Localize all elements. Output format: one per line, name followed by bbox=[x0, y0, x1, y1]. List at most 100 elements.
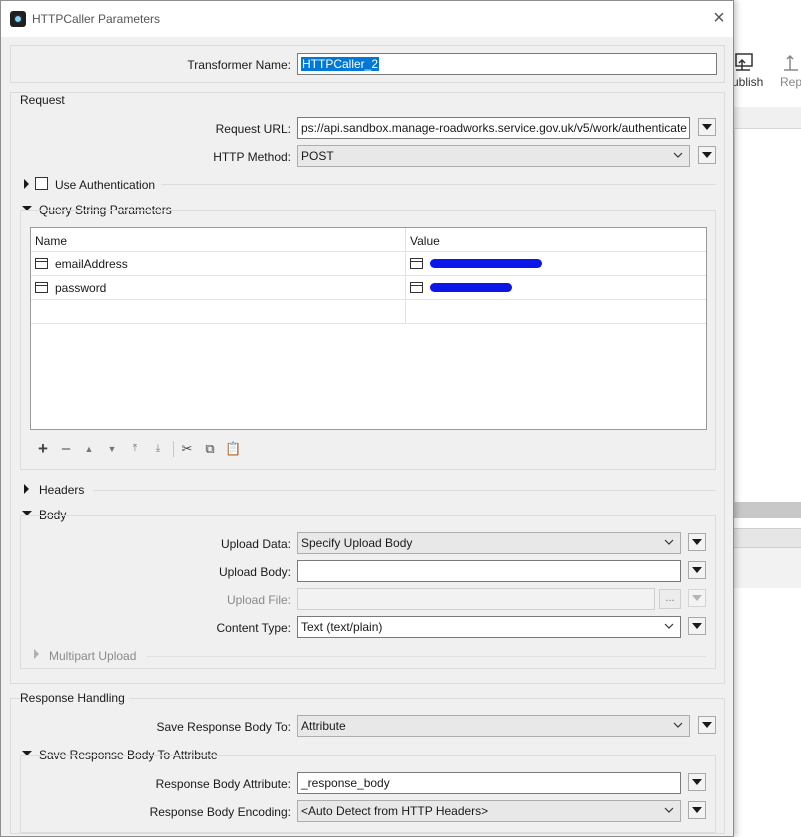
param-name-cell[interactable] bbox=[31, 300, 39, 324]
http-method-label: HTTP Method: bbox=[213, 150, 291, 164]
save-response-to-value: Attribute bbox=[301, 719, 346, 733]
chevron-down-icon bbox=[673, 722, 683, 728]
text-editor-icon[interactable] bbox=[410, 282, 423, 293]
rep-tool-button[interactable]: Rep bbox=[780, 52, 801, 89]
content-type-value: Text (text/plain) bbox=[301, 620, 383, 634]
use-authentication-label: Use Authentication bbox=[55, 178, 156, 192]
table-row[interactable]: password bbox=[31, 276, 706, 300]
httpcaller-parameters-dialog: HTTPCaller Parameters × Transformer Name… bbox=[0, 0, 734, 837]
content-type-menu-button[interactable] bbox=[688, 617, 706, 635]
response-handling-title: Response Handling bbox=[20, 691, 129, 705]
column-header-value[interactable]: Value bbox=[406, 228, 444, 252]
chevron-down-icon bbox=[664, 807, 674, 813]
paste-icon[interactable]: 📋 bbox=[225, 441, 241, 457]
response-encoding-menu-button[interactable] bbox=[688, 801, 706, 819]
headers-label[interactable]: Headers bbox=[39, 483, 84, 497]
window-title: HTTPCaller Parameters bbox=[32, 12, 161, 26]
background-canvas[interactable] bbox=[734, 130, 801, 502]
background-scrollbar[interactable] bbox=[734, 502, 801, 518]
chevron-down-icon bbox=[673, 152, 683, 158]
upload-data-value: Specify Upload Body bbox=[301, 536, 413, 550]
text-editor-icon[interactable] bbox=[35, 282, 48, 293]
request-url-label: Request URL: bbox=[215, 122, 291, 136]
expand-headers-icon[interactable] bbox=[24, 484, 29, 494]
query-params-table[interactable]: Name Value emailAddress password bbox=[30, 227, 707, 430]
auth-divider bbox=[161, 184, 716, 185]
http-method-menu-button[interactable] bbox=[698, 146, 716, 164]
copy-icon[interactable]: ⧉ bbox=[202, 441, 218, 457]
save-response-to-label: Save Response Body To: bbox=[156, 720, 291, 734]
http-method-value: POST bbox=[301, 149, 334, 163]
move-bottom-icon[interactable]: ⤓ bbox=[150, 441, 166, 457]
response-encoding-label: Response Body Encoding: bbox=[149, 805, 291, 819]
move-down-icon[interactable]: ▼ bbox=[104, 441, 120, 457]
response-encoding-value: <Auto Detect from HTTP Headers> bbox=[301, 804, 489, 818]
response-body-attr-input[interactable]: _response_body bbox=[297, 772, 681, 794]
chevron-down-icon bbox=[664, 623, 674, 629]
rep-tool-label: Rep bbox=[780, 75, 801, 89]
http-method-select[interactable]: POST bbox=[297, 145, 690, 167]
save-response-to-menu-button[interactable] bbox=[698, 716, 716, 734]
add-icon[interactable]: + bbox=[35, 440, 51, 457]
upload-file-label: Upload File: bbox=[226, 593, 291, 607]
reproject-icon bbox=[784, 54, 798, 71]
response-encoding-select[interactable]: <Auto Detect from HTTP Headers> bbox=[297, 800, 681, 822]
background-tab-strip bbox=[734, 107, 801, 129]
response-body-attr-menu-button[interactable] bbox=[688, 773, 706, 791]
param-name-text: password bbox=[55, 281, 107, 295]
request-url-menu-button[interactable] bbox=[698, 118, 716, 136]
redaction-mark bbox=[430, 283, 512, 292]
app-icon bbox=[10, 11, 26, 27]
expand-multipart-icon bbox=[34, 649, 39, 659]
close-button[interactable]: × bbox=[709, 8, 729, 29]
cut-icon[interactable]: ✂ bbox=[179, 441, 195, 457]
background-panel-header bbox=[734, 528, 801, 548]
background-panel bbox=[734, 548, 801, 588]
upload-data-menu-button[interactable] bbox=[688, 533, 706, 551]
browse-button: ... bbox=[659, 589, 681, 609]
content-type-label: Content Type: bbox=[216, 621, 292, 635]
background-toolbar: ublish Rep bbox=[732, 40, 801, 100]
text-editor-icon[interactable] bbox=[410, 258, 423, 269]
expand-auth-icon[interactable] bbox=[24, 179, 29, 189]
upload-file-input bbox=[297, 588, 655, 610]
move-top-icon[interactable]: ⤒ bbox=[127, 441, 143, 457]
chevron-down-icon bbox=[664, 539, 674, 545]
upload-body-label: Upload Body: bbox=[218, 565, 291, 579]
publish-tool-label: ublish bbox=[732, 75, 764, 89]
toolbar-separator bbox=[173, 441, 174, 457]
upload-file-menu-button bbox=[688, 589, 706, 607]
upload-data-select[interactable]: Specify Upload Body bbox=[297, 532, 681, 554]
publish-tool-button[interactable]: ublish bbox=[732, 52, 763, 89]
param-value-cell[interactable] bbox=[406, 276, 516, 300]
publish-icon bbox=[735, 53, 753, 71]
content-type-select[interactable]: Text (text/plain) bbox=[297, 616, 681, 638]
move-up-icon[interactable]: ▲ bbox=[81, 441, 97, 457]
param-name-cell[interactable]: emailAddress bbox=[31, 252, 132, 276]
table-row[interactable]: emailAddress bbox=[31, 252, 706, 276]
upload-body-input[interactable] bbox=[297, 560, 681, 582]
upload-data-label: Upload Data: bbox=[220, 537, 291, 551]
param-name-cell[interactable]: password bbox=[31, 276, 110, 300]
text-editor-icon[interactable] bbox=[35, 258, 48, 269]
request-url-input[interactable]: ps://api.sandbox.manage-roadworks.servic… bbox=[297, 117, 690, 139]
table-row-empty[interactable] bbox=[31, 300, 706, 324]
param-name-text: emailAddress bbox=[55, 257, 128, 271]
background-lower-area bbox=[734, 588, 801, 837]
upload-body-menu-button[interactable] bbox=[688, 561, 706, 579]
transformer-name-input[interactable]: HTTPCaller_2 bbox=[297, 53, 717, 75]
transformer-name-label: Transformer Name: bbox=[187, 58, 291, 72]
table-header: Name Value bbox=[31, 228, 706, 252]
save-response-to-select[interactable]: Attribute bbox=[297, 715, 690, 737]
use-authentication-checkbox[interactable] bbox=[35, 177, 48, 190]
param-value-cell[interactable] bbox=[406, 252, 546, 276]
column-header-name[interactable]: Name bbox=[31, 228, 71, 252]
headers-divider bbox=[93, 490, 716, 491]
request-group-title: Request bbox=[20, 93, 65, 107]
title-bar[interactable]: HTTPCaller Parameters × bbox=[1, 1, 733, 37]
remove-icon[interactable]: – bbox=[58, 441, 74, 457]
transformer-name-value: HTTPCaller_2 bbox=[301, 57, 380, 71]
multipart-upload-label: Multipart Upload bbox=[49, 649, 137, 663]
response-body-attr-label: Response Body Attribute: bbox=[155, 777, 291, 791]
multipart-divider bbox=[146, 656, 706, 657]
